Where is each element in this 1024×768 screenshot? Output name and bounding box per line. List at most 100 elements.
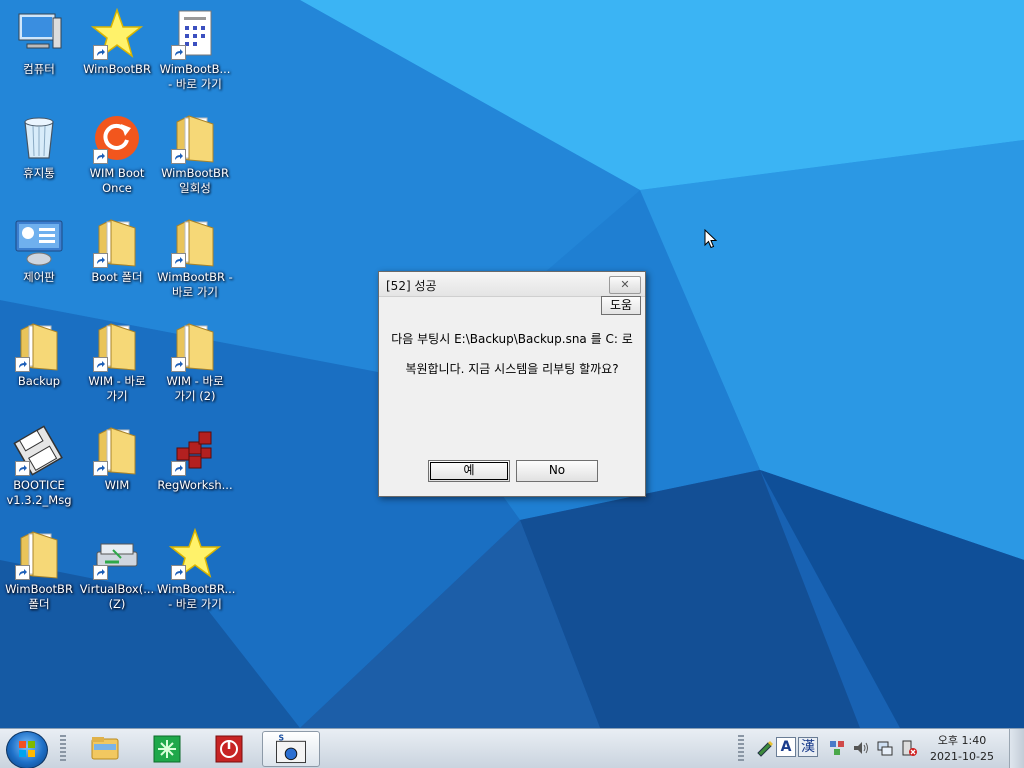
folder-icon [169, 320, 221, 372]
help-button[interactable]: 도움 [601, 296, 641, 315]
shortcut-arrow-icon [93, 45, 108, 60]
ime-mode-a-button[interactable]: A [776, 737, 796, 757]
folder-icon [169, 112, 221, 164]
shortcut-arrow-icon [93, 149, 108, 164]
desktop-icon-label: WimBootBR 일회성 [161, 166, 229, 195]
shortcut-arrow-icon [93, 565, 108, 580]
dialog-titlebar[interactable]: [52] 성공 ✕ [379, 272, 645, 297]
star-icon [168, 527, 222, 580]
desktop-icon-label: WimBootBR 폴더 [5, 582, 73, 611]
file-explorer-icon [91, 737, 119, 760]
desktop-icon-label: WIM Boot Once [89, 166, 145, 195]
desktop-icon[interactable]: 컴퓨터 [0, 4, 78, 104]
snapshot-app-icon: S [276, 733, 306, 764]
confirm-reboot-dialog: [52] 성공 ✕ 도움 다음 부팅시 E:\Backup\Backup.sna… [378, 271, 646, 497]
volume-tray-button[interactable] [852, 739, 870, 757]
desktop-icon-label: 컴퓨터 [23, 62, 55, 76]
start-button[interactable] [6, 731, 48, 768]
desktop-icon[interactable]: WimBootBR [78, 4, 156, 104]
desktop-icon[interactable]: 제어판 [0, 212, 78, 312]
desktop-icon[interactable]: RegWorksh... [156, 420, 234, 520]
registry-cubes-icon [169, 424, 221, 476]
network-icon [877, 741, 893, 756]
folder-icon [13, 528, 65, 580]
volume-icon [854, 742, 868, 754]
network-cubes-icon [830, 741, 844, 755]
drive-icon [91, 528, 143, 580]
shortcut-arrow-icon [15, 461, 30, 476]
svg-text:S: S [278, 733, 284, 742]
desktop-icon[interactable]: Boot 폴더 [78, 212, 156, 312]
tray-grip[interactable] [738, 735, 744, 763]
desktop-icon[interactable]: WIM - 바로 가기 [78, 316, 156, 416]
star-icon [90, 7, 144, 60]
taskbar-red-power-app[interactable] [206, 731, 252, 767]
network-cubes-tray-button[interactable] [828, 739, 846, 757]
folder-icon [91, 424, 143, 476]
shortcut-arrow-icon [171, 253, 186, 268]
desktop-icon-label: WimBootBR... - 바로 가기 [157, 582, 236, 611]
pen-tray-button[interactable] [756, 739, 774, 757]
desktop-icon-label: Backup [17, 374, 61, 388]
network-tray-button[interactable] [876, 739, 894, 757]
system-tray: A 漢 오후 1:40 2021-10-25 [734, 729, 1024, 768]
desktop-icon[interactable]: WimBootBR - 바로 가기 [156, 212, 234, 312]
desktop-icon-label: WIM - 바로 가기 [88, 374, 146, 403]
taskbar-snapshot-app[interactable]: S [262, 731, 320, 767]
desktop-icon-label: RegWorksh... [157, 478, 233, 492]
recycle-bin-icon [13, 112, 65, 164]
shortcut-arrow-icon [171, 45, 186, 60]
shortcut-arrow-icon [93, 461, 108, 476]
desktop-icon[interactable]: WimBootB... - 바로 가기 [156, 4, 234, 104]
taskbar-file-explorer[interactable] [82, 731, 128, 767]
show-desktop-button[interactable] [1009, 729, 1024, 768]
dialog-message-line1: 다음 부팅시 E:\Backup\Backup.sna 를 C: 로 [391, 332, 633, 346]
green-app-icon [153, 735, 181, 763]
desktop-icon[interactable]: Backup [0, 316, 78, 416]
dialog-close-button[interactable]: ✕ [609, 276, 641, 294]
pen-icon [757, 741, 773, 757]
desktop-icon[interactable]: WIM [78, 420, 156, 520]
power-tray-button[interactable] [900, 739, 918, 757]
ime-hanja-button[interactable]: 漢 [798, 737, 818, 757]
clock-date: 2021-10-25 [930, 750, 994, 763]
desktop-icon[interactable]: WimBootBR... - 바로 가기 [156, 524, 236, 624]
desktop-icon[interactable]: BOOTICE v1.3.2_Msg [0, 420, 78, 520]
desktop-icon-label: 휴지통 [23, 166, 55, 180]
control-panel-icon [13, 216, 65, 268]
taskbar: S A 漢 오후 1:40 2021-10-25 [0, 728, 1024, 768]
document-icon [169, 8, 221, 60]
dialog-message-line2: 복원합니다. 지금 시스템을 리부팅 할까요? [405, 362, 619, 376]
shortcut-arrow-icon [171, 461, 186, 476]
dialog-title: [52] 성공 [386, 279, 437, 293]
desktop-icon[interactable]: 휴지통 [0, 108, 78, 208]
clock-time: 오후 1:40 [937, 734, 987, 747]
refresh-icon [91, 112, 143, 164]
desktop-icon[interactable]: WIM Boot Once [78, 108, 156, 208]
mouse-cursor-icon [704, 229, 718, 249]
desktop-icon[interactable]: VirtualBox(... (Z) [78, 524, 156, 624]
taskbar-clock[interactable]: 오후 1:40 2021-10-25 [922, 733, 1002, 765]
desktop-icon-label: WimBootBR [83, 62, 151, 76]
power-icon [902, 740, 917, 756]
folder-icon [91, 320, 143, 372]
desktop-icon[interactable]: WIM - 바로 가기 (2) [156, 316, 234, 416]
folder-icon [13, 320, 65, 372]
desktop-icon-label: 제어판 [23, 270, 55, 284]
taskbar-grip[interactable] [60, 735, 66, 763]
red-power-icon [215, 735, 243, 763]
shortcut-arrow-icon [171, 149, 186, 164]
yes-button[interactable]: 예 [428, 460, 510, 482]
desktop-icon-label: VirtualBox(... (Z) [79, 582, 155, 611]
desktop-icon[interactable]: WimBootBR 폴더 [0, 524, 78, 624]
shortcut-arrow-icon [171, 357, 186, 372]
folder-icon [91, 216, 143, 268]
shortcut-arrow-icon [93, 357, 108, 372]
desktop-icon-label: WimBootB... - 바로 가기 [159, 62, 231, 91]
shortcut-arrow-icon [15, 357, 30, 372]
desktop-icon[interactable]: WimBootBR 일회성 [156, 108, 234, 208]
desktop-icon-label: WimBootBR - 바로 가기 [157, 270, 233, 299]
floppy-icon [13, 424, 65, 476]
no-button[interactable]: No [516, 460, 598, 482]
taskbar-green-app[interactable] [144, 731, 190, 767]
